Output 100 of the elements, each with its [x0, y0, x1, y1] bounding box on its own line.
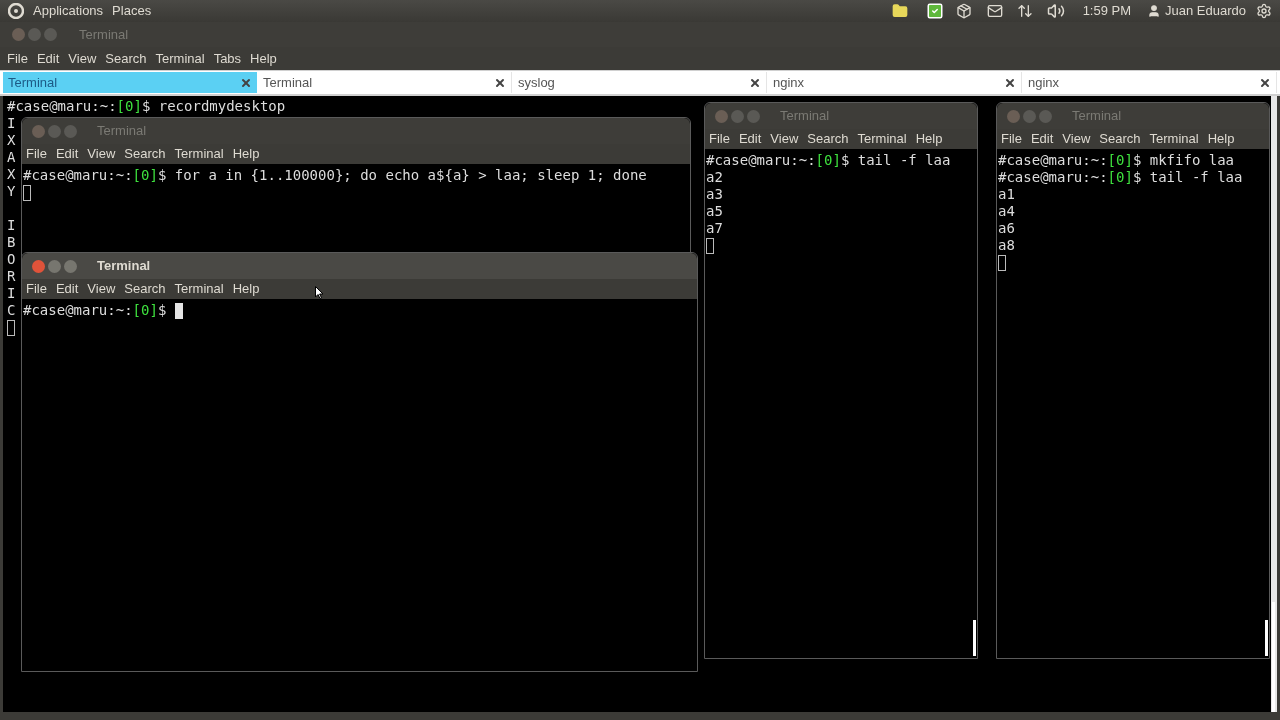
menu-item[interactable]: Edit [36, 48, 60, 69]
exit-status: [0] [132, 302, 158, 319]
prompt-host: #case@maru:~: [998, 152, 1108, 169]
scrollbar-thumb[interactable] [1272, 602, 1275, 712]
minimize-icon[interactable] [28, 28, 41, 41]
prompt-host: #case@maru:~: [23, 167, 133, 184]
exit-status: [0] [132, 167, 158, 184]
output-text: I [7, 285, 16, 301]
mail-icon[interactable] [986, 3, 1003, 19]
minimize-icon[interactable] [1023, 109, 1036, 123]
network-icon[interactable] [1016, 3, 1033, 19]
volume-icon[interactable] [1046, 2, 1065, 20]
output-text: a6 [998, 220, 1015, 236]
output-text: Y [7, 183, 16, 199]
menu-item[interactable]: Edit [738, 129, 762, 149]
user-icon[interactable] [1147, 4, 1162, 18]
window-title: Terminal [97, 122, 147, 141]
menu-item[interactable]: File [7, 48, 28, 69]
menu-item[interactable]: Terminal [174, 279, 224, 299]
maximize-icon[interactable] [64, 124, 77, 138]
close-icon[interactable] [240, 76, 252, 89]
folder-icon[interactable] [891, 3, 908, 19]
clock[interactable]: 1:59 PM [1082, 1, 1132, 21]
menu-item[interactable]: View [770, 129, 799, 149]
menu-item[interactable]: Terminal [155, 48, 205, 69]
menu-item[interactable]: Terminal [857, 129, 907, 149]
menu-item[interactable]: Help [915, 129, 943, 149]
menu-item[interactable]: Search [105, 48, 147, 69]
window-title: Terminal [79, 25, 129, 44]
menu-item[interactable]: Terminal [174, 144, 224, 164]
close-icon[interactable] [494, 76, 506, 89]
exit-status: [0] [116, 98, 142, 115]
minimize-icon[interactable] [48, 124, 61, 138]
menu-item[interactable]: Search [807, 129, 849, 149]
check-icon[interactable] [925, 2, 944, 20]
menu-item[interactable]: Help [232, 279, 260, 299]
output-text: A [7, 149, 16, 165]
window-title: Terminal [780, 107, 830, 126]
menu-item[interactable]: File [1001, 129, 1022, 149]
menu-item[interactable]: File [26, 279, 47, 299]
maximize-icon[interactable] [747, 109, 760, 123]
box-icon[interactable] [955, 3, 972, 19]
menu-item[interactable]: Edit [55, 144, 79, 164]
close-icon[interactable] [749, 76, 761, 89]
scrollbar-thumb[interactable] [973, 620, 976, 656]
command-text: $ for a in {1..100000}; do echo a${a} > laa; sleep 1; done [157, 167, 647, 184]
command-text: $ tail -f laa [1132, 169, 1243, 186]
minimize-icon[interactable] [731, 109, 744, 123]
exit-status: [0] [815, 152, 841, 169]
close-icon[interactable] [1004, 76, 1016, 89]
tab[interactable]: Terminal [3, 72, 257, 93]
maximize-icon[interactable] [1039, 109, 1052, 123]
prompt-host: #case@maru:~: [23, 302, 133, 319]
menu-item[interactable]: View [87, 144, 116, 164]
output-text: a1 [998, 186, 1015, 202]
output-text: a8 [998, 237, 1015, 253]
mouse-pointer-icon [315, 286, 324, 299]
menu-item[interactable]: View [68, 48, 97, 69]
maximize-icon[interactable] [64, 259, 77, 273]
window-title: Terminal [97, 257, 151, 276]
menu-item[interactable]: View [1062, 129, 1091, 149]
window-title: Terminal [1072, 107, 1122, 126]
scrollbar-thumb[interactable] [1265, 620, 1268, 656]
menu-item[interactable]: Help [250, 48, 277, 69]
menu-item[interactable]: Help [1207, 129, 1235, 149]
output-text: B [7, 234, 16, 250]
output-text: a2 [706, 169, 723, 185]
menu-item[interactable]: File [26, 144, 47, 164]
output-text: X [7, 166, 16, 182]
output-text: a7 [706, 220, 723, 236]
output-text: X [7, 132, 16, 148]
logo-icon[interactable] [8, 3, 24, 19]
maximize-icon[interactable] [44, 28, 57, 41]
menu-item[interactable]: Terminal [1149, 129, 1199, 149]
panel-menu[interactable]: Applications [33, 1, 104, 21]
exit-status: [0] [1107, 152, 1133, 169]
command-text: $ [157, 302, 168, 319]
menu-item[interactable]: Search [1099, 129, 1141, 149]
menu-item[interactable]: Edit [1030, 129, 1054, 149]
command-text: $ tail -f laa [840, 152, 951, 169]
prompt-host: #case@maru:~: [706, 152, 816, 169]
output-text: O [7, 251, 16, 267]
minimize-icon[interactable] [48, 259, 61, 273]
prompt-host: #case@maru:~: [7, 98, 117, 115]
menu-item[interactable]: File [709, 129, 730, 149]
menu-item[interactable]: View [87, 279, 116, 299]
settings-icon[interactable] [1256, 3, 1272, 19]
menu-item[interactable]: Tabs [213, 48, 242, 69]
menu-item[interactable]: Edit [55, 279, 79, 299]
output-text: a3 [706, 186, 723, 202]
panel-menu[interactable]: Places [112, 1, 152, 21]
close-icon[interactable] [1259, 76, 1271, 89]
output-text: a5 [706, 203, 723, 219]
output-text: C [7, 302, 16, 318]
exit-status: [0] [1107, 169, 1133, 186]
output-text: a4 [998, 203, 1015, 219]
menu-item[interactable]: Help [232, 144, 260, 164]
user-name[interactable]: Juan Eduardo [1165, 1, 1246, 21]
menu-item[interactable]: Search [124, 279, 166, 299]
menu-item[interactable]: Search [124, 144, 166, 164]
